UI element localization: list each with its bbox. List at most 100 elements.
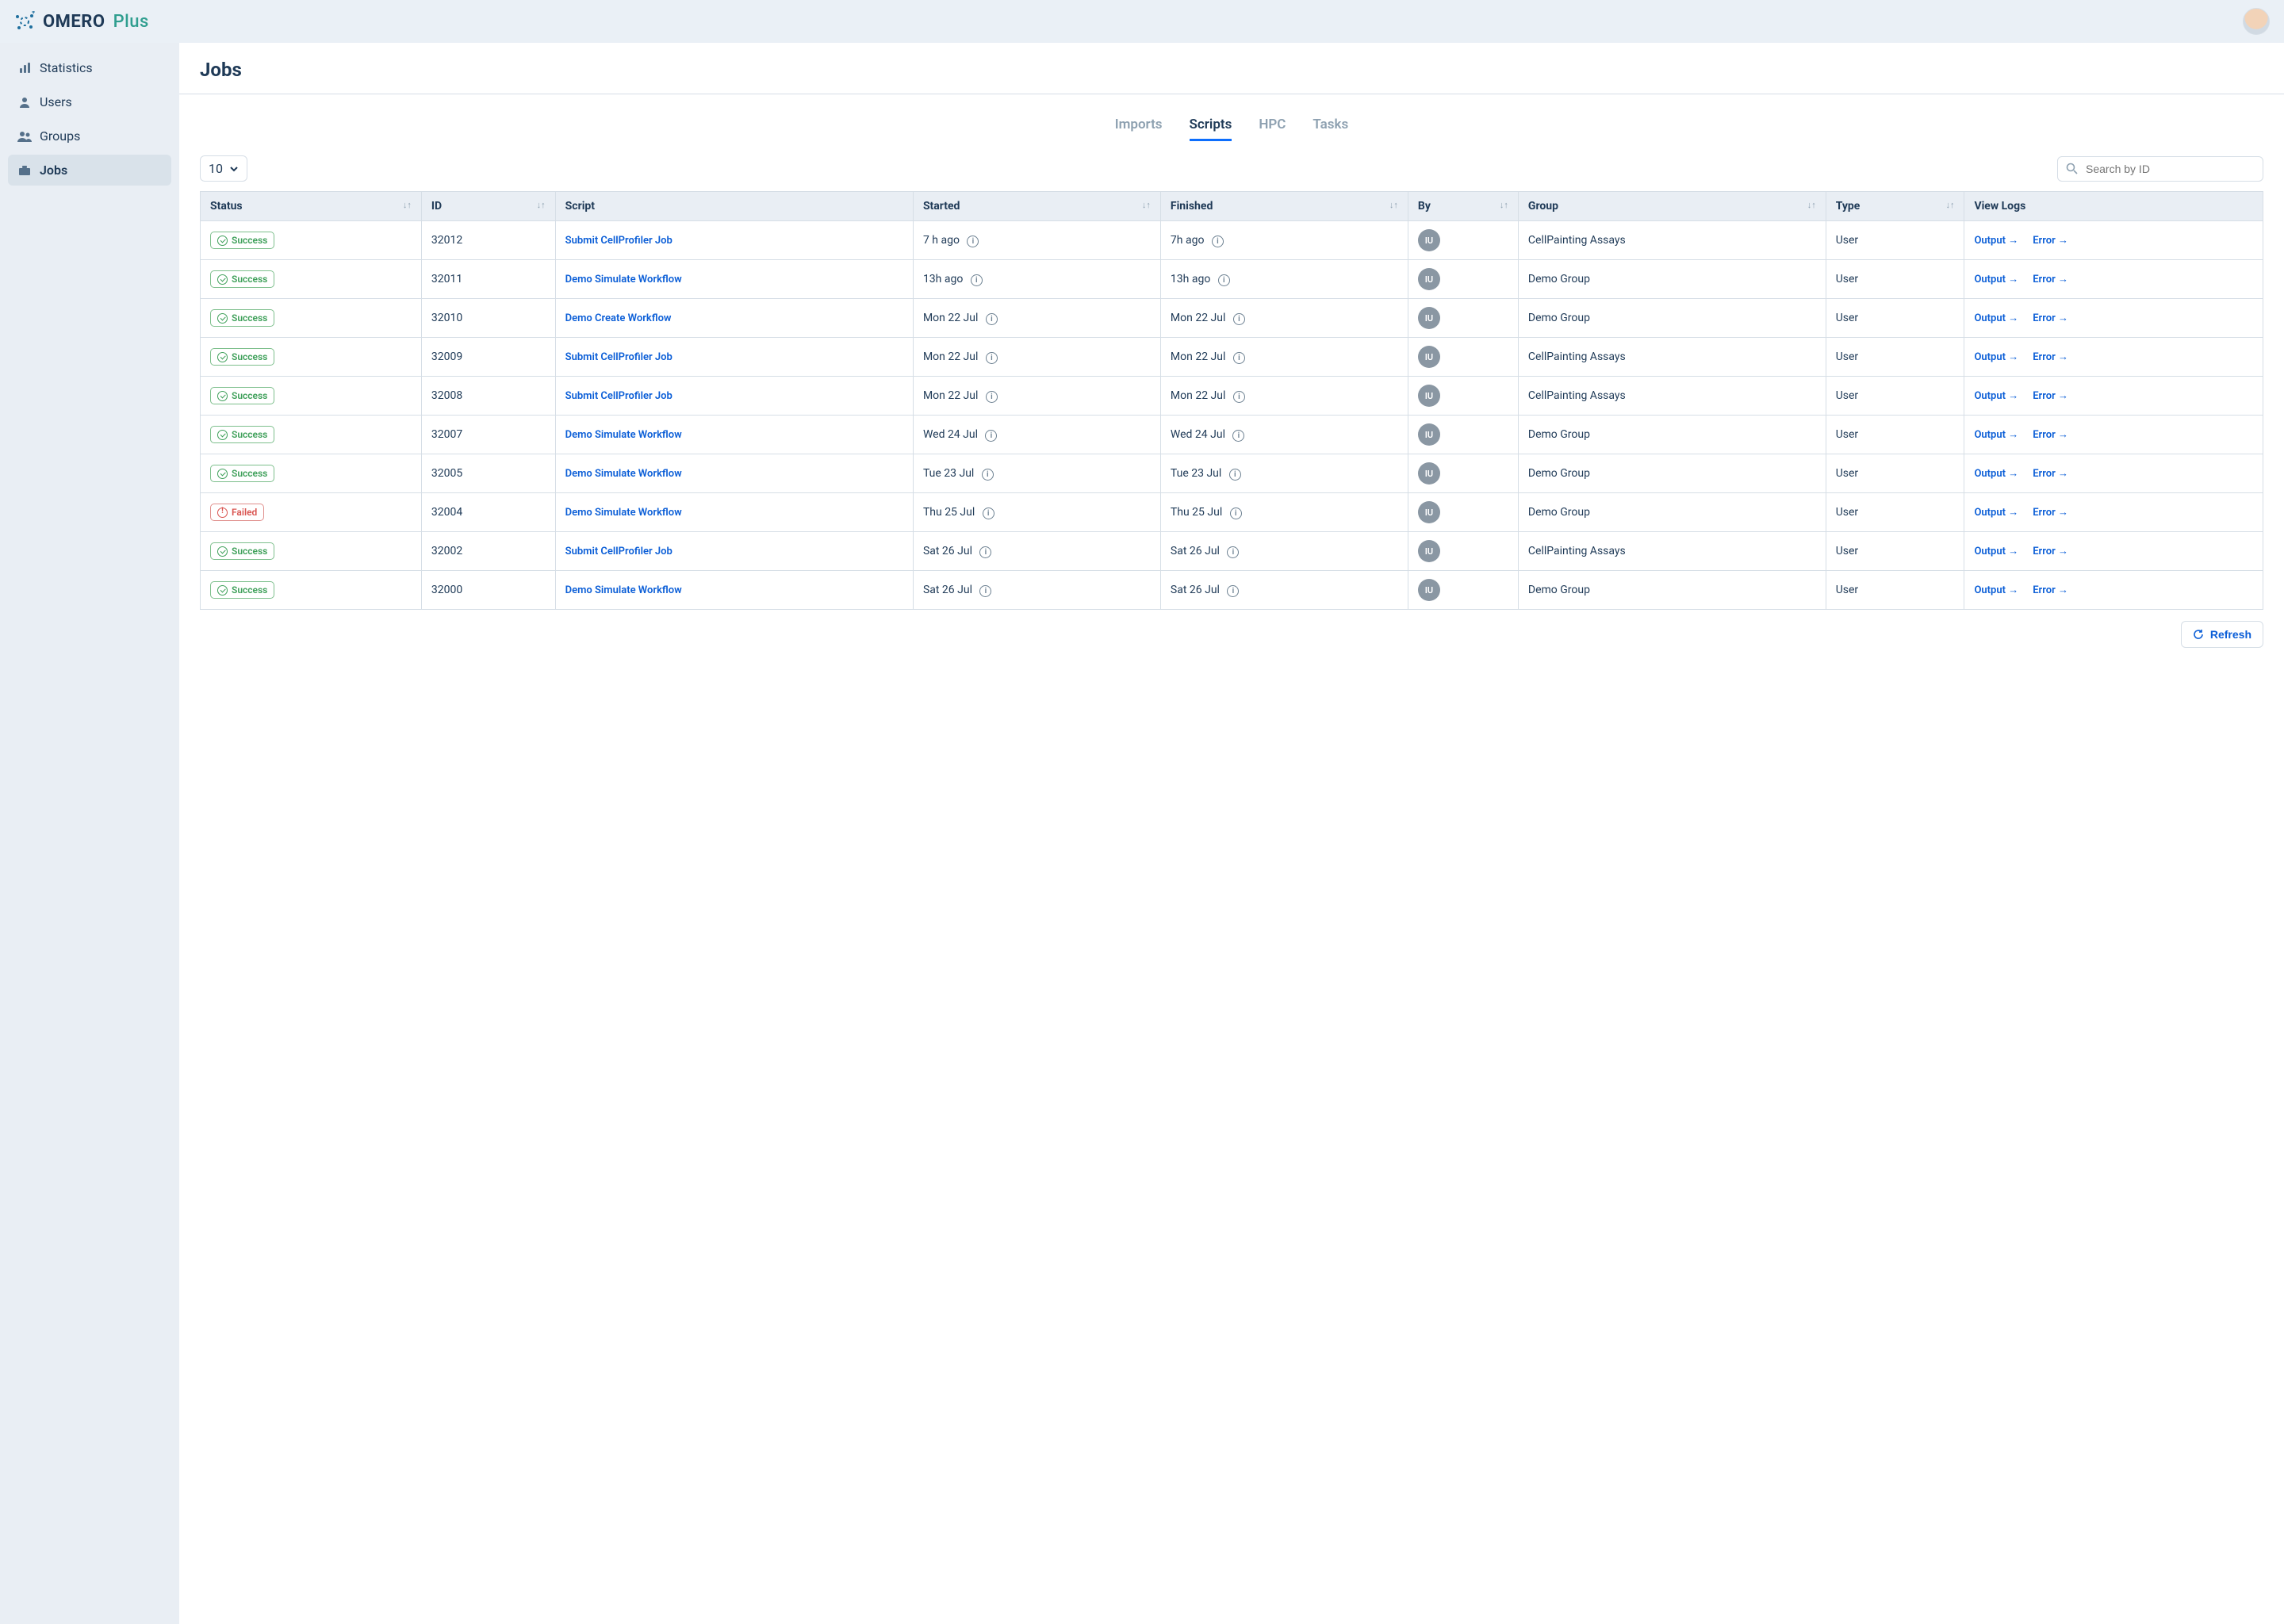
info-icon[interactable]: i <box>1227 585 1239 597</box>
user-initials-badge[interactable]: IU <box>1418 501 1440 523</box>
info-icon[interactable]: i <box>979 585 991 597</box>
script-link[interactable]: Submit CellProfiler Job <box>565 390 673 402</box>
app-logo[interactable]: + OMERO Plus <box>14 11 149 32</box>
output-log-link[interactable]: Output → <box>1974 389 2018 402</box>
info-icon[interactable]: i <box>979 546 991 558</box>
cell-group: Demo Group <box>1518 454 1826 493</box>
script-link[interactable]: Demo Simulate Workflow <box>565 468 682 480</box>
user-initials-badge[interactable]: IU <box>1418 540 1440 562</box>
info-icon[interactable]: i <box>1233 352 1245 364</box>
script-link[interactable]: Demo Simulate Workflow <box>565 584 682 596</box>
col-status[interactable]: Status↓↑ <box>201 192 422 221</box>
info-icon[interactable]: i <box>986 352 998 364</box>
cell-group: Demo Group <box>1518 493 1826 532</box>
info-icon[interactable]: i <box>985 430 997 442</box>
info-icon[interactable]: i <box>986 391 998 403</box>
cell-started: Tue 23 Jul i <box>913 454 1160 493</box>
cell-type: User <box>1826 338 1964 377</box>
col-id[interactable]: ID↓↑ <box>421 192 555 221</box>
output-log-link[interactable]: Output → <box>1974 467 2018 480</box>
info-icon[interactable]: i <box>1230 508 1242 519</box>
sidebar-item-jobs[interactable]: Jobs <box>8 155 171 186</box>
info-icon[interactable]: i <box>983 508 994 519</box>
user-initials-badge[interactable]: IU <box>1418 268 1440 290</box>
error-log-link[interactable]: Error → <box>2033 389 2068 402</box>
output-log-link[interactable]: Output → <box>1974 234 2018 247</box>
output-log-link[interactable]: Output → <box>1974 312 2018 324</box>
info-icon[interactable]: i <box>982 469 994 481</box>
sidebar-item-statistics[interactable]: Statistics <box>8 52 171 83</box>
error-log-link[interactable]: Error → <box>2033 350 2068 363</box>
info-icon[interactable]: i <box>1229 469 1241 481</box>
table-row: Success32007Demo Simulate WorkflowWed 24… <box>201 416 2263 454</box>
output-log-link[interactable]: Output → <box>1974 584 2018 596</box>
tab-imports[interactable]: Imports <box>1115 117 1163 141</box>
script-link[interactable]: Demo Simulate Workflow <box>565 429 682 441</box>
output-log-link[interactable]: Output → <box>1974 506 2018 519</box>
col-group[interactable]: Group↓↑ <box>1518 192 1826 221</box>
status-label: Failed <box>232 507 257 518</box>
tab-tasks[interactable]: Tasks <box>1313 117 1348 141</box>
search-input[interactable] <box>2084 162 2255 176</box>
user-avatar[interactable] <box>2243 8 2270 35</box>
user-initials-badge[interactable]: IU <box>1418 423 1440 446</box>
tab-hpc[interactable]: HPC <box>1259 117 1286 141</box>
table-row: Success32009Submit CellProfiler JobMon 2… <box>201 338 2263 377</box>
error-log-link[interactable]: Error → <box>2033 467 2068 480</box>
refresh-button[interactable]: Refresh <box>2181 621 2263 648</box>
cell-finished: Sat 26 Jul i <box>1160 571 1408 610</box>
error-log-link[interactable]: Error → <box>2033 428 2068 441</box>
search-box[interactable] <box>2057 156 2263 182</box>
col-script[interactable]: Script <box>555 192 913 221</box>
user-initials-badge[interactable]: IU <box>1418 462 1440 485</box>
col-started[interactable]: Started↓↑ <box>913 192 1160 221</box>
script-link[interactable]: Demo Simulate Workflow <box>565 507 682 519</box>
sidebar-item-users[interactable]: Users <box>8 86 171 117</box>
cell-group: Demo Group <box>1518 416 1826 454</box>
cell-started: Mon 22 Jul i <box>913 338 1160 377</box>
status-label: Success <box>232 468 267 479</box>
page-size-value: 10 <box>209 161 223 176</box>
user-initials-badge[interactable]: IU <box>1418 579 1440 601</box>
col-by[interactable]: By↓↑ <box>1408 192 1518 221</box>
user-initials-badge[interactable]: IU <box>1418 229 1440 251</box>
error-log-link[interactable]: Error → <box>2033 312 2068 324</box>
cell-finished: Mon 22 Jul i <box>1160 299 1408 338</box>
error-log-link[interactable]: Error → <box>2033 273 2068 285</box>
output-log-link[interactable]: Output → <box>1974 273 2018 285</box>
error-log-link[interactable]: Error → <box>2033 234 2068 247</box>
script-link[interactable]: Demo Create Workflow <box>565 312 672 324</box>
cell-id: 32009 <box>421 338 555 377</box>
info-icon[interactable]: i <box>1212 236 1224 247</box>
output-log-link[interactable]: Output → <box>1974 545 2018 557</box>
error-log-link[interactable]: Error → <box>2033 506 2068 519</box>
col-finished[interactable]: Finished↓↑ <box>1160 192 1408 221</box>
col-type[interactable]: Type↓↑ <box>1826 192 1964 221</box>
script-link[interactable]: Submit CellProfiler Job <box>565 546 673 557</box>
info-icon[interactable]: i <box>986 313 998 325</box>
svg-text:+: + <box>32 11 35 16</box>
output-log-link[interactable]: Output → <box>1974 350 2018 363</box>
sidebar-item-groups[interactable]: Groups <box>8 121 171 151</box>
page-size-select[interactable]: 10 <box>200 155 247 182</box>
user-initials-badge[interactable]: IU <box>1418 346 1440 368</box>
script-link[interactable]: Submit CellProfiler Job <box>565 351 673 363</box>
info-icon[interactable]: i <box>1218 274 1230 286</box>
cell-type: User <box>1826 299 1964 338</box>
info-icon[interactable]: i <box>1233 313 1245 325</box>
info-icon[interactable]: i <box>967 236 979 247</box>
info-icon[interactable]: i <box>971 274 983 286</box>
user-initials-badge[interactable]: IU <box>1418 307 1440 329</box>
tab-scripts[interactable]: Scripts <box>1190 117 1232 141</box>
info-icon[interactable]: i <box>1233 391 1245 403</box>
info-icon[interactable]: i <box>1227 546 1239 558</box>
sidebar-item-label: Jobs <box>40 163 67 178</box>
sidebar-item-label: Groups <box>40 128 80 144</box>
user-initials-badge[interactable]: IU <box>1418 385 1440 407</box>
script-link[interactable]: Submit CellProfiler Job <box>565 235 673 247</box>
info-icon[interactable]: i <box>1232 430 1244 442</box>
script-link[interactable]: Demo Simulate Workflow <box>565 274 682 285</box>
output-log-link[interactable]: Output → <box>1974 428 2018 441</box>
error-log-link[interactable]: Error → <box>2033 545 2068 557</box>
error-log-link[interactable]: Error → <box>2033 584 2068 596</box>
